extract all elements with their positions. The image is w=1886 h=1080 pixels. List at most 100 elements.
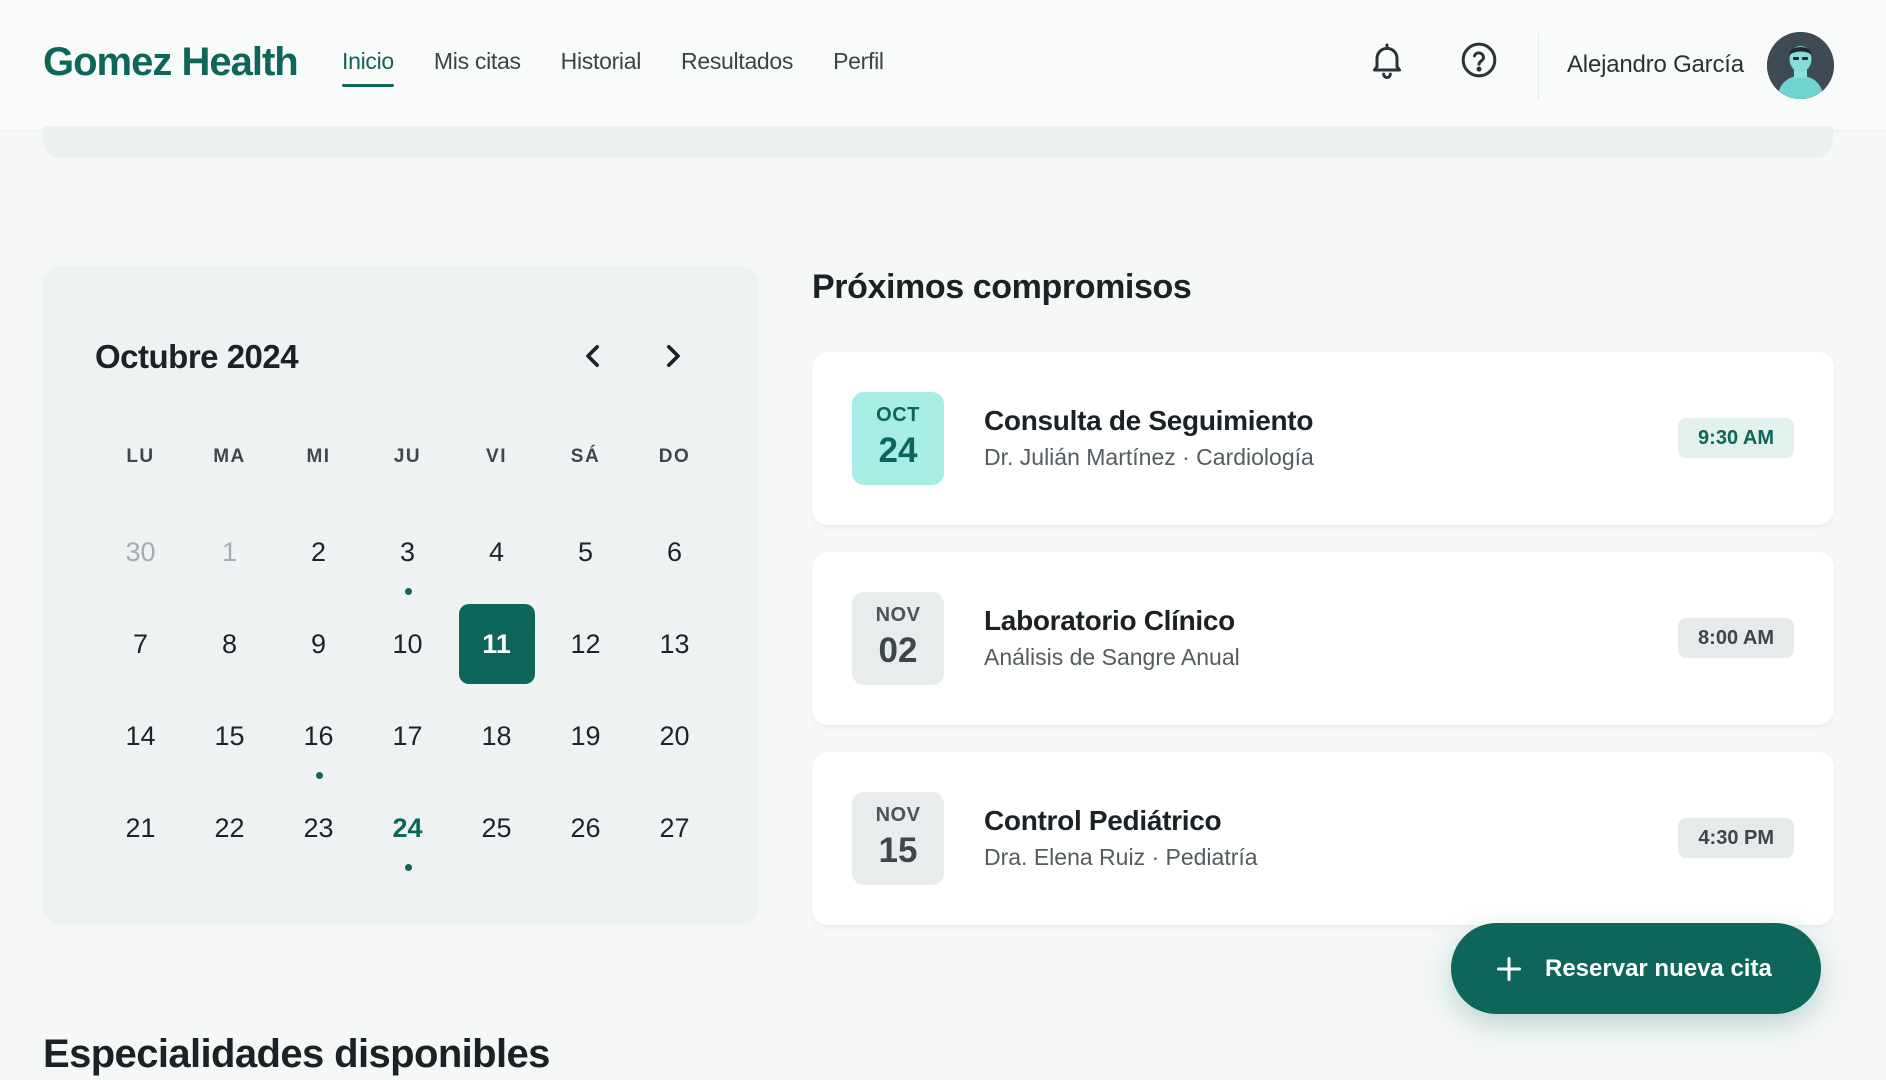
calendar-day-number: 13 — [659, 629, 690, 659]
calendar-day-number: 26 — [570, 813, 601, 843]
calendar-day[interactable]: 8 — [185, 614, 274, 706]
specialties-title: Especialidades disponibles — [43, 1032, 550, 1076]
weekday-label: MA — [213, 446, 246, 467]
calendar-day[interactable]: 17 — [363, 706, 452, 798]
calendar-weekdays: LU MA MI JU VI SÁ DO — [96, 446, 719, 468]
weekday-label: MI — [306, 446, 331, 467]
appointment-subtitle: Dr. Julián Martínez · Cardiología — [984, 444, 1314, 470]
calendar-day-number: 10 — [392, 629, 423, 659]
book-appointment-button[interactable]: Reservar nueva cita — [1451, 923, 1821, 1014]
user-avatar-icon — [1767, 32, 1834, 99]
user-name[interactable]: Alejandro García — [1567, 51, 1744, 79]
appointment-date-badge: NOV 15 — [852, 792, 944, 885]
appointment-title: Control Pediátrico — [984, 805, 1222, 836]
calendar-day[interactable]: 18 — [452, 706, 541, 798]
calendar-day-number: 2 — [310, 537, 327, 567]
calendar-day-number: 8 — [221, 629, 238, 659]
top-header: Gomez Health Inicio Mis citas Historial … — [0, 0, 1886, 131]
calendar-day-number: 14 — [125, 721, 156, 751]
weekday-label: LU — [126, 446, 155, 467]
appointment-subtitle: Dra. Elena Ruiz · Pediatría — [984, 844, 1258, 870]
plus-icon — [1496, 956, 1522, 981]
calendar-day[interactable]: 4 — [452, 522, 541, 614]
calendar-day-number: 21 — [125, 813, 156, 843]
calendar-day-number: 4 — [488, 537, 505, 567]
calendar-day[interactable]: 21 — [96, 798, 185, 890]
calendar-day[interactable]: 9 — [274, 614, 363, 706]
calendar-day[interactable]: 19 — [541, 706, 630, 798]
appointment-card[interactable]: OCT 24 Consulta de Seguimiento Dr. Juliá… — [812, 352, 1834, 525]
chevron-right-icon[interactable] — [653, 336, 693, 376]
calendar-day[interactable]: 30 — [96, 522, 185, 614]
weekday-label: SÁ — [570, 446, 601, 467]
appointment-date-badge: NOV 02 — [852, 592, 944, 685]
calendar-days-grid: 30 1 2 3 4 5 6 7 8 9 10 11 12 13 14 15 16 17 18 19 20 21 22 23 2… — [96, 522, 719, 890]
calendar-day[interactable]: 27 — [630, 798, 719, 890]
event-indicator-dot — [404, 588, 412, 595]
calendar-day-number: 1 — [221, 537, 238, 567]
appointment-card[interactable]: NOV 02 Laboratorio Clínico Análisis de S… — [812, 552, 1834, 725]
avatar[interactable] — [1767, 32, 1834, 99]
calendar-card: Octubre 2024 LU MA MI JU VI SÁ DO 30 1 2 3 4 5 6 7 8 9 1… — [43, 266, 759, 925]
appointment-day: 24 — [878, 431, 918, 470]
event-indicator-dot — [315, 772, 323, 779]
calendar-day-number: 20 — [659, 721, 690, 751]
appointment-date-badge: OCT 24 — [852, 392, 944, 485]
nav-item-resultados[interactable]: Resultados — [681, 48, 793, 87]
calendar-day[interactable]: 25 — [452, 798, 541, 890]
calendar-day[interactable]: 22 — [185, 798, 274, 890]
appointment-day: 02 — [878, 631, 918, 670]
calendar-day[interactable]: 3 — [363, 522, 452, 614]
calendar-day[interactable]: 10 — [363, 614, 452, 706]
calendar-day-number: 23 — [303, 813, 334, 843]
nav-item-mis-citas[interactable]: Mis citas — [434, 48, 521, 87]
calendar-day[interactable]: 13 — [630, 614, 719, 706]
upcoming-title: Próximos compromisos — [812, 268, 1192, 306]
calendar-day[interactable]: 5 — [541, 522, 630, 614]
calendar-day[interactable]: 24 — [363, 798, 452, 890]
calendar-day-number: 6 — [666, 537, 683, 567]
appointment-subtitle: Análisis de Sangre Anual — [984, 644, 1240, 670]
calendar-day-number: 12 — [570, 629, 601, 659]
appointment-month: NOV — [875, 604, 921, 626]
calendar-day[interactable]: 23 — [274, 798, 363, 890]
calendar-day[interactable]: 14 — [96, 706, 185, 798]
calendar-day[interactable]: 1 — [185, 522, 274, 614]
calendar-day-number: 18 — [481, 721, 512, 751]
calendar-day-number: 30 — [125, 537, 156, 567]
book-appointment-label: Reservar nueva cita — [1545, 954, 1772, 982]
header-sub-bar — [43, 126, 1833, 158]
calendar-day-number: 11 — [458, 604, 535, 684]
calendar-day[interactable]: 15 — [185, 706, 274, 798]
calendar-day-number: 22 — [214, 813, 245, 843]
appointment-card[interactable]: NOV 15 Control Pediátrico Dra. Elena Rui… — [812, 752, 1834, 925]
weekday-label: DO — [658, 446, 691, 467]
calendar-day[interactable]: 20 — [630, 706, 719, 798]
nav-item-inicio[interactable]: Inicio — [342, 48, 394, 87]
appointment-day: 15 — [878, 831, 918, 870]
appointment-time-badge: 4:30 PM — [1678, 818, 1794, 858]
weekday-label: VI — [486, 446, 507, 467]
calendar-day-selected[interactable]: 11 — [452, 604, 541, 706]
calendar-day-number: 5 — [577, 537, 594, 567]
weekday-label: JU — [393, 446, 422, 467]
calendar-day[interactable]: 16 — [274, 706, 363, 798]
calendar-day[interactable]: 12 — [541, 614, 630, 706]
nav-item-perfil[interactable]: Perfil — [833, 48, 884, 87]
brand-logo[interactable]: Gomez Health — [43, 40, 299, 85]
calendar-day[interactable]: 6 — [630, 522, 719, 614]
appointment-time-badge: 9:30 AM — [1678, 418, 1794, 458]
appointment-title: Consulta de Seguimiento — [984, 405, 1314, 436]
event-indicator-dot — [404, 864, 412, 871]
calendar-day[interactable]: 7 — [96, 614, 185, 706]
calendar-day-number: 17 — [392, 721, 423, 751]
help-circle-icon[interactable] — [1459, 40, 1499, 80]
calendar-day[interactable]: 2 — [274, 522, 363, 614]
bell-icon[interactable] — [1367, 40, 1407, 80]
nav-item-historial[interactable]: Historial — [561, 48, 642, 87]
calendar-month-title: Octubre 2024 — [95, 338, 299, 375]
chevron-left-icon[interactable] — [573, 336, 613, 376]
main-nav: Inicio Mis citas Historial Resultados Pe… — [342, 48, 884, 87]
calendar-day[interactable]: 26 — [541, 798, 630, 890]
appointment-title: Laboratorio Clínico — [984, 605, 1235, 636]
